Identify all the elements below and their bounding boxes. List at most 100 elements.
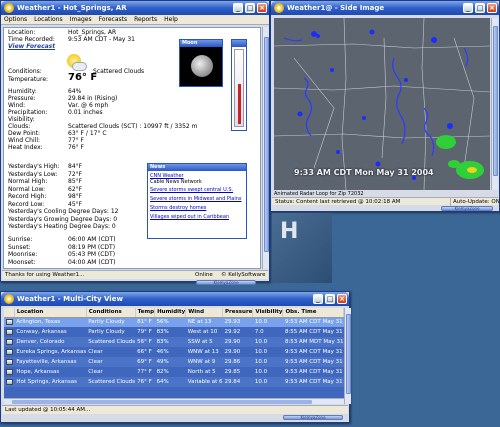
table-cell: 8:55 AM CDT May 31 bbox=[282, 327, 344, 337]
news-item[interactable]: Villages wiped out in Caribbean bbox=[150, 214, 244, 220]
view-forecast-link[interactable]: View Forecast bbox=[8, 43, 55, 50]
location-row: Location: Hot_Springs, AR bbox=[8, 29, 117, 36]
detail-row: Record High: 98°F bbox=[8, 193, 82, 200]
table-cell: 9:53 AM CDT May 31 bbox=[282, 357, 344, 367]
table-cell: Fayetteville, Arkansas bbox=[14, 357, 87, 367]
column-header[interactable]: Wind bbox=[185, 308, 224, 318]
online-indicator: Online bbox=[195, 272, 213, 278]
table-cell: 29.90 bbox=[222, 347, 253, 357]
city-icon bbox=[6, 338, 13, 345]
column-header[interactable]: Humidity bbox=[154, 308, 187, 318]
column-header[interactable]: Conditions bbox=[86, 308, 136, 318]
multi-scrollbar[interactable] bbox=[344, 308, 351, 404]
temperature-value: 76° F bbox=[68, 72, 98, 83]
table-cell: 10.0 bbox=[252, 377, 283, 387]
news-item[interactable]: Severe storms swept central U.S. bbox=[150, 187, 244, 193]
multi-titlebar[interactable]: Weather1 - Multi-City View _ □ × bbox=[1, 292, 349, 306]
close-button[interactable]: × bbox=[487, 3, 497, 13]
close-button[interactable]: × bbox=[337, 294, 347, 304]
table-cell: Partly Cloudy bbox=[86, 317, 136, 327]
main-resize-grip[interactable]: KlemyaZone bbox=[196, 280, 256, 285]
column-header[interactable]: Location bbox=[14, 308, 87, 318]
table-row[interactable]: Arlington, Texas Partly Cloudy 81° F 56% NE … bbox=[4, 317, 344, 327]
table-row[interactable]: Denver, Colorado Scattered Clouds 56° F 83%… bbox=[4, 337, 344, 347]
table-cell: 82% bbox=[154, 367, 186, 377]
menu-options[interactable]: Options bbox=[4, 15, 27, 24]
main-scrollbar[interactable] bbox=[262, 27, 269, 269]
multi-hscrollbar[interactable] bbox=[4, 398, 344, 404]
table-cell: 29.85 bbox=[222, 367, 253, 377]
autoupdate-indicator[interactable]: Auto-Update: ON bbox=[450, 198, 500, 206]
main-title: Weather1 - Hot_Springs, AR bbox=[17, 4, 127, 12]
main-statusbar: Thanks for using Weather1... Online © Ke… bbox=[2, 270, 268, 279]
menu-forecasts[interactable]: Forecasts bbox=[99, 15, 128, 24]
table-cell: West at 10 bbox=[185, 327, 223, 337]
maximize-button[interactable]: □ bbox=[475, 3, 485, 13]
minimize-button[interactable]: _ bbox=[463, 3, 473, 13]
moon-popup-title[interactable]: Moon bbox=[180, 40, 222, 47]
detail-value: 62°F bbox=[68, 185, 83, 193]
detail-label: Yesterday's Heating Degree Days: 0 bbox=[8, 223, 116, 230]
table-cell: WNW at 9 bbox=[185, 357, 223, 367]
side-resize-grip[interactable]: KlemyaZone bbox=[441, 206, 493, 211]
thermometer-popup bbox=[231, 39, 247, 131]
status-message: Thanks for using Weather1... bbox=[5, 272, 85, 278]
desktop-background: H bbox=[272, 213, 332, 283]
menu-reports[interactable]: Reports bbox=[134, 15, 157, 24]
detail-row: Visibility: bbox=[8, 116, 35, 123]
main-titlebar[interactable]: Weather1 - Hot_Springs, AR _ □ × bbox=[1, 1, 269, 15]
detail-label: Record Low: bbox=[8, 200, 45, 208]
minimize-button[interactable]: _ bbox=[233, 3, 243, 13]
moon-icon bbox=[191, 55, 213, 77]
multi-resize-grip[interactable]: KlemyaZone bbox=[283, 415, 343, 420]
news-popup: News CNN Weather Cable News Network Seve… bbox=[147, 163, 247, 239]
detail-label: Visibility: bbox=[8, 116, 35, 123]
column-header[interactable]: Obs. Time bbox=[282, 308, 344, 318]
menu-locations[interactable]: Locations bbox=[34, 15, 63, 24]
column-header[interactable]: Pressure bbox=[222, 308, 254, 318]
radar-map: 9:33 AM CDT Mon May 31 2004 bbox=[274, 18, 490, 190]
detail-label: Moonset: bbox=[8, 258, 36, 266]
radar-map-graphic bbox=[274, 18, 490, 190]
side-status-message: Status: Content last retrieved @ 10:02:1… bbox=[275, 199, 401, 205]
table-cell: 69° F bbox=[135, 357, 155, 367]
detail-label: Sunset: bbox=[8, 243, 31, 251]
detail-value: 98°F bbox=[68, 193, 83, 200]
city-icon bbox=[6, 319, 13, 325]
table-cell: SSW at 5 bbox=[185, 337, 223, 347]
detail-row: Normal Low: 62°F bbox=[8, 186, 82, 193]
city-icon bbox=[6, 378, 13, 385]
menu-images[interactable]: Images bbox=[70, 15, 92, 24]
table-cell: 83% bbox=[154, 337, 186, 347]
multi-city-table-wrap: Location Conditions Temp Humidity Wind P… bbox=[4, 308, 344, 398]
table-cell: 9:53 AM CDT May 31 bbox=[282, 347, 344, 357]
maximize-button[interactable]: □ bbox=[325, 294, 335, 304]
copyright-label: © KellySoftware bbox=[221, 272, 266, 278]
table-row[interactable]: Conway, Arkansas Partly Cloudy 79° F 83% Wes… bbox=[4, 327, 344, 337]
detail-row: Yesterday's Cooling Degree Days: 12 bbox=[8, 208, 118, 215]
side-titlebar[interactable]: Weather1@ - Side Image _ □ × bbox=[271, 1, 499, 15]
table-row[interactable]: Fayetteville, Arkansas Clear 69° F 49% WNW a… bbox=[4, 357, 344, 367]
detail-row: Normal High: 85°F bbox=[8, 178, 82, 185]
table-row[interactable]: Hot Springs, Arkansas Scattered Clouds 76°… bbox=[4, 377, 344, 387]
news-item[interactable]: Severe storms in Midwest and Plains bbox=[150, 196, 244, 202]
menu-help[interactable]: Help bbox=[164, 15, 178, 24]
table-row[interactable]: Hope, Arkansas Clear 77° F 82% North at 5 29.… bbox=[4, 367, 344, 377]
conditions-row: Conditions: Scattered Clouds bbox=[8, 68, 145, 75]
multi-statusbar: Last updated @ 10:05:44 AM... bbox=[2, 405, 348, 414]
detail-label: Record High: bbox=[8, 193, 47, 200]
column-header[interactable]: Visibility bbox=[252, 308, 284, 318]
maximize-button[interactable]: □ bbox=[245, 3, 255, 13]
table-cell: Scattered Clouds bbox=[86, 377, 136, 387]
close-button[interactable]: × bbox=[257, 3, 267, 13]
table-cell: 49% bbox=[154, 357, 186, 367]
table-row[interactable]: Eureka Springs, Arkansas Clear 66° F 46% WNW… bbox=[4, 347, 344, 357]
table-cell: 83% bbox=[154, 327, 186, 337]
news-item[interactable]: Storms destroy homes bbox=[150, 205, 244, 211]
time-value: 9:53 AM CDT - May 31 bbox=[68, 36, 135, 43]
column-header[interactable]: Temp bbox=[135, 308, 156, 318]
news-title[interactable]: News bbox=[148, 164, 246, 171]
side-scrollbar[interactable] bbox=[491, 18, 498, 190]
minimize-button[interactable]: _ bbox=[313, 294, 323, 304]
main-window: Weather1 - Hot_Springs, AR _ □ × Options… bbox=[0, 0, 270, 285]
